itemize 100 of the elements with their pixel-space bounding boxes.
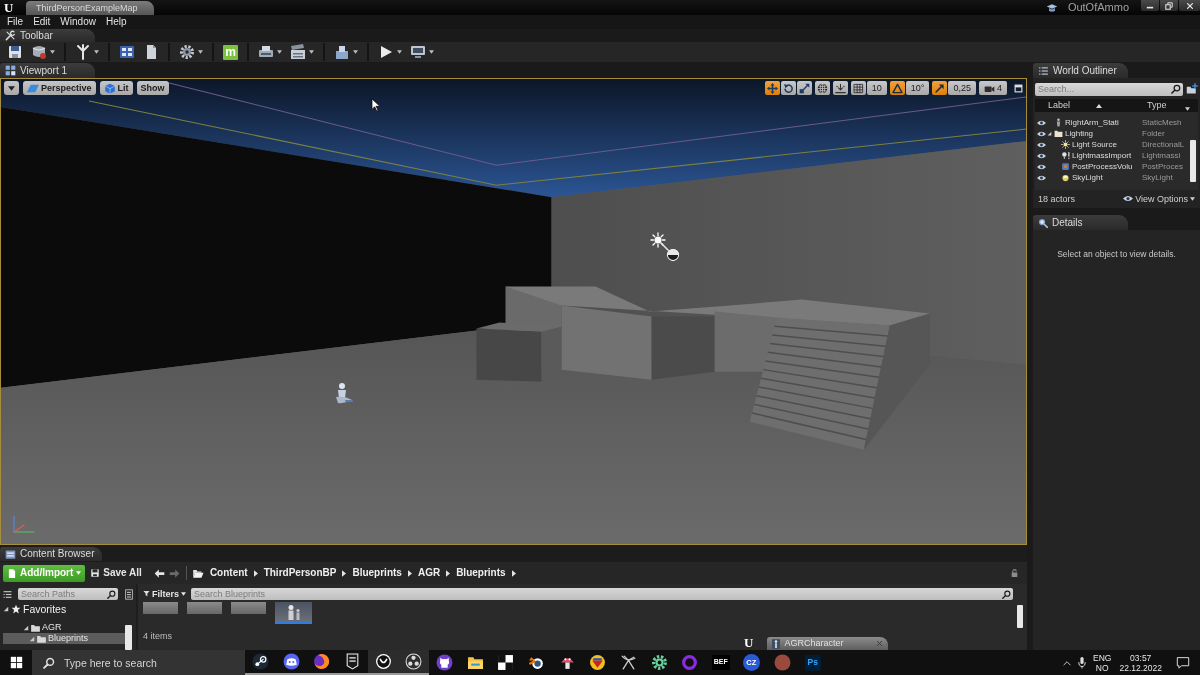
- panel-tab[interactable]: World Outliner: [1033, 63, 1128, 78]
- search-field[interactable]: Search...: [1035, 82, 1183, 96]
- eye-icon[interactable]: [1036, 152, 1046, 159]
- actor-name[interactable]: RightArm_Stati: [1065, 117, 1119, 128]
- menu-item[interactable]: Window: [55, 15, 101, 29]
- filters-button[interactable]: Filters: [143, 588, 186, 600]
- folder-item[interactable]: Blueprints: [3, 633, 125, 644]
- figure-arrow-icon[interactable]: [333, 382, 355, 406]
- asset-thumbnail[interactable]: [143, 602, 178, 614]
- sun-icon[interactable]: [650, 232, 670, 252]
- scale-snap-button[interactable]: [932, 81, 948, 95]
- snap-value-button[interactable]: 10°: [905, 81, 930, 95]
- maximize-icon[interactable]: [1014, 83, 1023, 93]
- clock-time[interactable]: 03:57: [1130, 652, 1152, 663]
- snap-value-button[interactable]: 0,25: [948, 81, 976, 95]
- caret-icon: [309, 50, 314, 54]
- actor-name[interactable]: Light Source: [1072, 139, 1117, 150]
- panel-tab[interactable]: Viewport 1: [0, 63, 95, 78]
- perspective-button[interactable]: Perspective: [23, 81, 96, 95]
- eye-icon[interactable]: [1036, 163, 1046, 170]
- empty-message: Select an object to view details.: [1057, 249, 1176, 259]
- document-tab[interactable]: AGRCharacter: [767, 637, 889, 650]
- taskbar-app-button[interactable]: Ps: [797, 650, 829, 675]
- chevron-icon[interactable]: [511, 569, 516, 577]
- keyboard-layout[interactable]: NO: [1095, 662, 1109, 673]
- options-button[interactable]: [4, 81, 19, 95]
- asset-thumbnail[interactable]: [187, 602, 222, 614]
- clock-date[interactable]: 22.12.2022: [1119, 662, 1162, 673]
- list-view-icon[interactable]: [125, 588, 133, 600]
- caret-icon: [50, 50, 55, 54]
- tree-list-icon[interactable]: [3, 589, 12, 599]
- speech-bubble-icon[interactable]: [1176, 656, 1190, 669]
- minimize-button[interactable]: [1141, 0, 1159, 11]
- view-mode-button[interactable]: Lit: [99, 81, 133, 95]
- camera-speed-button[interactable]: 4: [979, 81, 1007, 95]
- eye-icon[interactable]: [1036, 130, 1046, 137]
- restore-button[interactable]: [1160, 0, 1178, 11]
- app-logo[interactable]: U: [744, 635, 754, 650]
- sphere-icon[interactable]: [666, 248, 680, 262]
- taskbar-app-button[interactable]: [337, 650, 368, 675]
- eye-icon[interactable]: [1036, 174, 1046, 181]
- folder-plus-icon[interactable]: [1186, 83, 1198, 95]
- show-button[interactable]: Show: [136, 81, 169, 95]
- scrollbar-thumb[interactable]: [125, 625, 132, 650]
- microphone-icon[interactable]: [1078, 656, 1087, 669]
- scale-icon: [798, 82, 810, 94]
- asset-thumbnail[interactable]: [275, 602, 312, 624]
- breadcrumb-link[interactable]: ThirdPersonBP: [263, 567, 337, 579]
- chevron-icon[interactable]: [407, 569, 412, 577]
- column-header[interactable]: Label: [1035, 99, 1140, 112]
- chevron-icon[interactable]: [446, 569, 451, 577]
- breadcrumb-link[interactable]: Blueprints: [352, 567, 402, 579]
- ring-icon: [681, 654, 699, 671]
- eye-icon[interactable]: [1036, 141, 1046, 148]
- restore-icon: [1165, 1, 1173, 10]
- actor-name[interactable]: PostProcessVolu: [1072, 161, 1133, 172]
- chevron-icon[interactable]: [253, 569, 258, 577]
- breadcrumb-link[interactable]: Content: [209, 567, 248, 579]
- scrollbar-thumb[interactable]: [1017, 605, 1023, 628]
- column-header[interactable]: Type: [1140, 99, 1185, 112]
- gear-icon: [650, 654, 668, 671]
- snap-value-button[interactable]: 10: [866, 81, 887, 95]
- asset-thumbnail[interactable]: [231, 602, 266, 614]
- panel-tab[interactable]: Content Browser: [0, 547, 103, 561]
- actor-name[interactable]: LightmassImport: [1072, 150, 1132, 161]
- actor-name[interactable]: SkyLight: [1072, 172, 1103, 183]
- chevron-icon[interactable]: [342, 569, 347, 577]
- input-language[interactable]: ENG: [1093, 652, 1112, 663]
- disc-logo-icon: [251, 653, 269, 670]
- save-all-button[interactable]: Save All: [90, 564, 142, 582]
- panel-tab[interactable]: Details: [1033, 215, 1128, 230]
- search-field[interactable]: Search Paths: [18, 588, 118, 600]
- expander-icon[interactable]: [1047, 131, 1052, 136]
- view-options-button[interactable]: View Options: [1123, 193, 1195, 205]
- favorites-header[interactable]: Favorites: [3, 603, 67, 615]
- scrollbar-thumb[interactable]: [1190, 140, 1196, 182]
- search-field[interactable]: Type here to search: [32, 650, 245, 675]
- four-pane-icon[interactable]: [9, 656, 23, 669]
- actor-name[interactable]: Lighting: [1065, 128, 1094, 139]
- app-logo: U: [3, 0, 15, 15]
- close-icon[interactable]: [876, 640, 884, 647]
- panel-tab[interactable]: Toolbar: [0, 29, 95, 42]
- breadcrumb-link[interactable]: Blueprints: [456, 567, 506, 579]
- back-arrow-icon[interactable]: [153, 567, 165, 579]
- document-tab[interactable]: ThirdPersonExampleMap: [26, 1, 154, 15]
- search-field[interactable]: Search Blueprints: [191, 588, 1013, 600]
- funnel-icon: [143, 590, 150, 598]
- menu-item[interactable]: Edit: [28, 15, 56, 29]
- eye-icon[interactable]: [1036, 119, 1046, 126]
- breadcrumb-link[interactable]: AGR: [417, 567, 441, 579]
- circle-swoosh-icon: [374, 653, 392, 670]
- fork-icon: [75, 44, 91, 60]
- padlock-icon[interactable]: [1010, 568, 1019, 578]
- menu-item[interactable]: Help: [100, 15, 132, 29]
- menu-item[interactable]: File: [2, 15, 29, 29]
- printer-icon: [258, 44, 274, 60]
- folder-item[interactable]: AGR: [3, 622, 125, 633]
- close-button[interactable]: [1179, 0, 1200, 11]
- caret-icon: [1190, 197, 1195, 201]
- viewport[interactable]: Perspective Lit Show 10 10° 0,25 4: [0, 78, 1027, 545]
